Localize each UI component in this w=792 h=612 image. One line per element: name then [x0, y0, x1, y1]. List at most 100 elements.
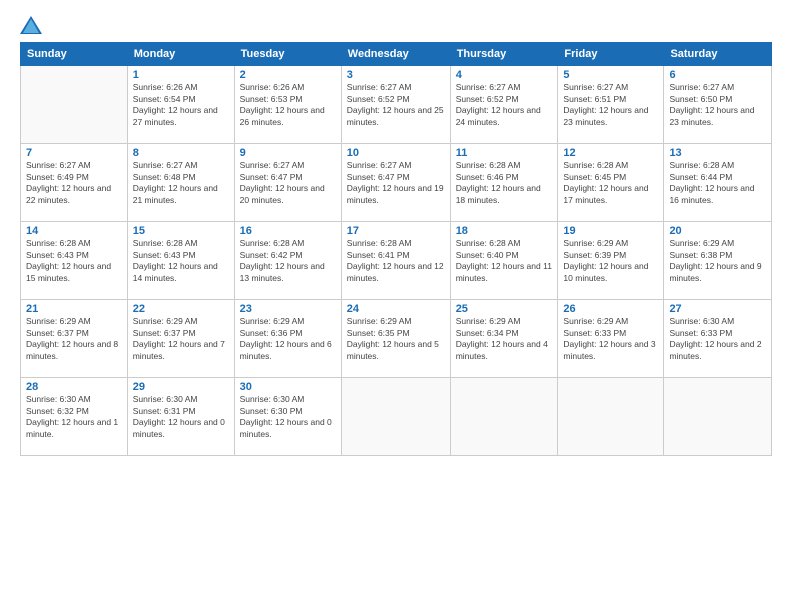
day-number: 25	[456, 303, 553, 315]
day-info: Sunrise: 6:28 AMSunset: 6:43 PMDaylight:…	[133, 238, 229, 284]
weekday-sunday: Sunday	[21, 43, 128, 66]
day-number: 27	[669, 303, 766, 315]
day-info: Sunrise: 6:29 AMSunset: 6:37 PMDaylight:…	[133, 316, 229, 362]
day-number: 17	[347, 225, 445, 237]
calendar-cell: 27Sunrise: 6:30 AMSunset: 6:33 PMDayligh…	[664, 300, 772, 378]
weekday-wednesday: Wednesday	[341, 43, 450, 66]
day-number: 30	[240, 381, 336, 393]
calendar-cell: 14Sunrise: 6:28 AMSunset: 6:43 PMDayligh…	[21, 222, 128, 300]
day-number: 26	[563, 303, 658, 315]
day-info: Sunrise: 6:29 AMSunset: 6:39 PMDaylight:…	[563, 238, 658, 284]
day-number: 12	[563, 147, 658, 159]
day-number: 22	[133, 303, 229, 315]
header	[20, 16, 772, 34]
day-info: Sunrise: 6:29 AMSunset: 6:36 PMDaylight:…	[240, 316, 336, 362]
day-info: Sunrise: 6:27 AMSunset: 6:48 PMDaylight:…	[133, 160, 229, 206]
day-number: 14	[26, 225, 122, 237]
calendar-cell: 13Sunrise: 6:28 AMSunset: 6:44 PMDayligh…	[664, 144, 772, 222]
weekday-header-row: SundayMondayTuesdayWednesdayThursdayFrid…	[21, 43, 772, 66]
day-info: Sunrise: 6:28 AMSunset: 6:42 PMDaylight:…	[240, 238, 336, 284]
calendar-cell: 15Sunrise: 6:28 AMSunset: 6:43 PMDayligh…	[127, 222, 234, 300]
day-number: 24	[347, 303, 445, 315]
calendar-cell	[450, 378, 558, 456]
calendar-cell: 12Sunrise: 6:28 AMSunset: 6:45 PMDayligh…	[558, 144, 664, 222]
calendar-cell: 30Sunrise: 6:30 AMSunset: 6:30 PMDayligh…	[234, 378, 341, 456]
day-number: 13	[669, 147, 766, 159]
calendar-cell: 26Sunrise: 6:29 AMSunset: 6:33 PMDayligh…	[558, 300, 664, 378]
day-number: 23	[240, 303, 336, 315]
weekday-tuesday: Tuesday	[234, 43, 341, 66]
day-info: Sunrise: 6:27 AMSunset: 6:49 PMDaylight:…	[26, 160, 122, 206]
day-info: Sunrise: 6:28 AMSunset: 6:45 PMDaylight:…	[563, 160, 658, 206]
day-info: Sunrise: 6:27 AMSunset: 6:47 PMDaylight:…	[347, 160, 445, 206]
day-info: Sunrise: 6:30 AMSunset: 6:30 PMDaylight:…	[240, 394, 336, 440]
calendar-cell: 9Sunrise: 6:27 AMSunset: 6:47 PMDaylight…	[234, 144, 341, 222]
week-row-4: 28Sunrise: 6:30 AMSunset: 6:32 PMDayligh…	[21, 378, 772, 456]
calendar-cell: 6Sunrise: 6:27 AMSunset: 6:50 PMDaylight…	[664, 66, 772, 144]
calendar-cell: 19Sunrise: 6:29 AMSunset: 6:39 PMDayligh…	[558, 222, 664, 300]
day-number: 10	[347, 147, 445, 159]
day-info: Sunrise: 6:28 AMSunset: 6:41 PMDaylight:…	[347, 238, 445, 284]
day-info: Sunrise: 6:26 AMSunset: 6:54 PMDaylight:…	[133, 82, 229, 128]
calendar-cell: 18Sunrise: 6:28 AMSunset: 6:40 PMDayligh…	[450, 222, 558, 300]
week-row-3: 21 Sunrise: 6:29 AMSunset: 6:37 PMDayligh…	[21, 300, 772, 378]
calendar-cell: 1Sunrise: 6:26 AMSunset: 6:54 PMDaylight…	[127, 66, 234, 144]
day-info: Sunrise: 6:28 AMSunset: 6:40 PMDaylight:…	[456, 238, 553, 284]
day-info: Sunrise: 6:27 AMSunset: 6:51 PMDaylight:…	[563, 82, 658, 128]
calendar-cell: 8Sunrise: 6:27 AMSunset: 6:48 PMDaylight…	[127, 144, 234, 222]
calendar-cell: 21Sunrise: 6:29 AMSunset: 6:37 PMDayligh…	[21, 300, 128, 378]
day-info: Sunrise: 6:29 AMSunset: 6:38 PMDaylight:…	[669, 238, 766, 284]
calendar-cell: 10Sunrise: 6:27 AMSunset: 6:47 PMDayligh…	[341, 144, 450, 222]
day-info: Sunrise: 6:29 AMSunset: 6:35 PMDaylight:…	[347, 316, 445, 362]
calendar-cell	[664, 378, 772, 456]
calendar-cell: 24Sunrise: 6:29 AMSunset: 6:35 PMDayligh…	[341, 300, 450, 378]
logo-icon	[20, 16, 42, 34]
day-info: Sunrise: 6:29 AMSunset: 6:33 PMDaylight:…	[563, 316, 658, 362]
day-number: 9	[240, 147, 336, 159]
day-number: 28	[26, 381, 122, 393]
day-number: 5	[563, 69, 658, 81]
day-info: Sunrise: 6:27 AMSunset: 6:52 PMDaylight:…	[456, 82, 553, 128]
day-info: Sunrise: 6:27 AMSunset: 6:52 PMDaylight:…	[347, 82, 445, 128]
day-info: Sunrise: 6:28 AMSunset: 6:44 PMDaylight:…	[669, 160, 766, 206]
calendar-cell: 17Sunrise: 6:28 AMSunset: 6:41 PMDayligh…	[341, 222, 450, 300]
day-number: 11	[456, 147, 553, 159]
calendar-cell: 11Sunrise: 6:28 AMSunset: 6:46 PMDayligh…	[450, 144, 558, 222]
calendar-cell	[21, 66, 128, 144]
day-number: 8	[133, 147, 229, 159]
week-row-0: 1Sunrise: 6:26 AMSunset: 6:54 PMDaylight…	[21, 66, 772, 144]
calendar-cell: 5Sunrise: 6:27 AMSunset: 6:51 PMDaylight…	[558, 66, 664, 144]
calendar-cell: 2Sunrise: 6:26 AMSunset: 6:53 PMDaylight…	[234, 66, 341, 144]
day-info: Sunrise: 6:30 AMSunset: 6:33 PMDaylight:…	[669, 316, 766, 362]
day-info: Sunrise: 6:30 AMSunset: 6:31 PMDaylight:…	[133, 394, 229, 440]
weekday-monday: Monday	[127, 43, 234, 66]
day-number: 16	[240, 225, 336, 237]
day-info: Sunrise: 6:27 AMSunset: 6:50 PMDaylight:…	[669, 82, 766, 128]
day-info: Sunrise: 6:26 AMSunset: 6:53 PMDaylight:…	[240, 82, 336, 128]
day-number: 18	[456, 225, 553, 237]
day-info: Sunrise: 6:27 AMSunset: 6:47 PMDaylight:…	[240, 160, 336, 206]
calendar-cell	[341, 378, 450, 456]
day-number: 4	[456, 69, 553, 81]
calendar-cell: 23Sunrise: 6:29 AMSunset: 6:36 PMDayligh…	[234, 300, 341, 378]
weekday-thursday: Thursday	[450, 43, 558, 66]
day-number: 21	[26, 303, 122, 315]
calendar-cell: 4Sunrise: 6:27 AMSunset: 6:52 PMDaylight…	[450, 66, 558, 144]
day-number: 3	[347, 69, 445, 81]
day-number: 7	[26, 147, 122, 159]
calendar-cell: 29Sunrise: 6:30 AMSunset: 6:31 PMDayligh…	[127, 378, 234, 456]
day-number: 2	[240, 69, 336, 81]
day-info: Sunrise: 6:29 AMSunset: 6:34 PMDaylight:…	[456, 316, 553, 362]
logo	[20, 16, 44, 34]
week-row-2: 14Sunrise: 6:28 AMSunset: 6:43 PMDayligh…	[21, 222, 772, 300]
day-number: 1	[133, 69, 229, 81]
calendar-cell: 25Sunrise: 6:29 AMSunset: 6:34 PMDayligh…	[450, 300, 558, 378]
day-number: 6	[669, 69, 766, 81]
calendar-cell: 16Sunrise: 6:28 AMSunset: 6:42 PMDayligh…	[234, 222, 341, 300]
week-row-1: 7Sunrise: 6:27 AMSunset: 6:49 PMDaylight…	[21, 144, 772, 222]
day-info: Sunrise: 6:28 AMSunset: 6:46 PMDaylight:…	[456, 160, 553, 206]
weekday-friday: Friday	[558, 43, 664, 66]
calendar-cell: 20Sunrise: 6:29 AMSunset: 6:38 PMDayligh…	[664, 222, 772, 300]
page: SundayMondayTuesdayWednesdayThursdayFrid…	[0, 0, 792, 612]
day-info: Sunrise: 6:28 AMSunset: 6:43 PMDaylight:…	[26, 238, 122, 284]
